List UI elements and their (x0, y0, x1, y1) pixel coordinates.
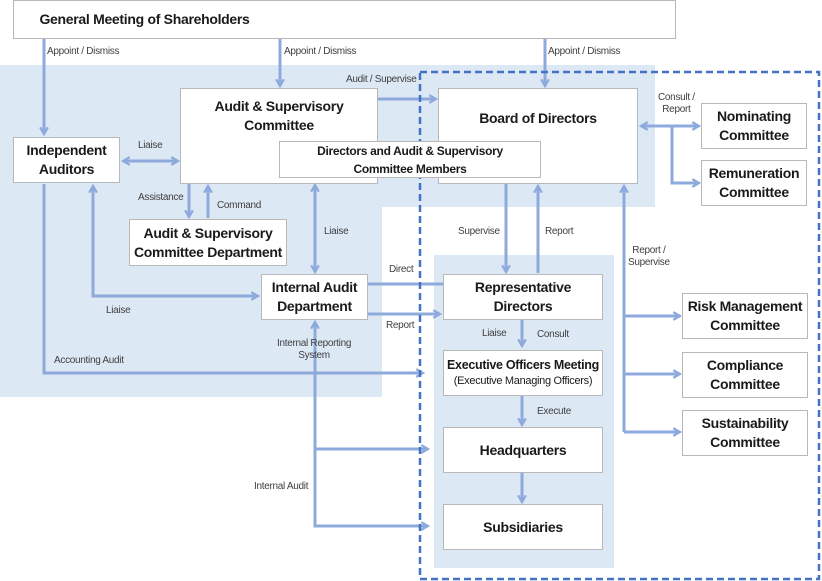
node-board-text: Board of Directors (479, 110, 597, 126)
node-shareholders[interactable]: General Meeting of Shareholders (13, 0, 276, 39)
label-supervise: Supervise (458, 226, 500, 237)
node-headquarters[interactable]: Headquarters (443, 427, 603, 473)
label-appoint-3: Appoint / Dismiss (548, 46, 621, 57)
node-sustainability-line1: Sustainability (701, 415, 789, 431)
node-audit-dept[interactable]: Audit & Supervisory Committee Department (129, 219, 287, 266)
node-directors-members[interactable]: Directors and Audit & Supervisory Commit… (279, 141, 541, 178)
label-accounting-audit: Accounting Audit (54, 355, 124, 366)
label-command: Command (217, 200, 262, 211)
node-audit-dept-line1: Audit & Supervisory (143, 224, 273, 241)
connector-layer (0, 39, 821, 581)
node-independent-auditors-line2: Auditors (38, 161, 95, 177)
node-nominating[interactable]: Nominating Committee (701, 103, 807, 149)
node-shareholders-ext (275, 0, 676, 39)
node-exec-meeting-line1: Executive Officers Meeting (447, 358, 599, 372)
node-internal-audit-line2: Department (277, 298, 352, 314)
label-report-iad: Report (386, 320, 415, 331)
label-internal-reporting: Internal Reporting System (277, 338, 351, 362)
node-directors-members-line2: Committee Members (353, 161, 467, 176)
label-liaise-bottom: Liaise (106, 305, 131, 316)
node-audit-committee-line2: Committee (244, 117, 314, 133)
label-liaise-rd: Liaise (482, 328, 507, 339)
node-risk-line1: Risk Management (687, 298, 803, 314)
node-independent-auditors-line1: Independent (26, 142, 107, 158)
connector-board-remuneration (670, 126, 699, 183)
label-report-rd: Report (545, 226, 574, 237)
node-remuneration-line1: Remuneration (708, 165, 800, 181)
label-liaise-committee-iad: Liaise (324, 226, 349, 237)
node-remuneration-line2: Committee (719, 184, 789, 200)
node-audit-committee-line1: Audit & Supervisory (214, 98, 344, 114)
node-rep-directors[interactable]: Representative Directors (443, 274, 603, 320)
node-risk-line2: Committee (710, 317, 780, 333)
node-rep-directors-line1: Representative (474, 279, 572, 295)
label-internal-reporting-1: Internal Reporting (277, 338, 352, 349)
label-execute: Execute (537, 406, 572, 417)
label-audit-supervise: Audit / Supervise (346, 74, 417, 85)
label-report-supervise: Report / Supervise (628, 245, 670, 269)
label-internal-reporting-2: System (298, 350, 330, 361)
label-consult-rd: Consult (537, 329, 569, 340)
label-report-supervise-2: Supervise (628, 257, 670, 268)
label-report-supervise-1: Report / (632, 245, 666, 256)
label-appoint-2: Appoint / Dismiss (284, 46, 357, 57)
node-compliance-line2: Committee (710, 376, 780, 392)
label-internal-audit: Internal Audit (254, 481, 309, 492)
label-consult-report-2: Report (662, 104, 691, 115)
node-internal-audit[interactable]: Internal Audit Department (261, 274, 368, 320)
node-shareholders-text: General Meeting of Shareholders (39, 11, 250, 27)
node-sustainability-line2: Committee (710, 434, 780, 450)
node-sustainability[interactable]: Sustainability Committee (682, 410, 808, 456)
label-consult-report-1: Consult / (658, 92, 695, 103)
label-liaise-auditors-committee: Liaise (138, 140, 163, 151)
node-compliance[interactable]: Compliance Committee (682, 352, 808, 398)
node-internal-audit-line1: Internal Audit (271, 279, 358, 295)
node-risk[interactable]: Risk Management Committee (682, 293, 808, 339)
node-rep-directors-line2: Directors (493, 298, 553, 314)
label-direct: Direct (389, 264, 414, 275)
node-subsidiaries-text: Subsidiaries (483, 518, 563, 535)
node-independent-auditors[interactable]: Independent Auditors (13, 137, 120, 183)
connector-internal-audit-sub (313, 440, 428, 526)
node-subsidiaries[interactable]: Subsidiaries (443, 504, 603, 550)
node-headquarters-text: Headquarters (479, 441, 567, 458)
label-assistance: Assistance (138, 192, 184, 203)
node-audit-dept-line2: Committee Department (133, 243, 283, 260)
node-exec-meeting-line2: (Executive Managing Officers) (453, 375, 593, 387)
label-consult-report: Consult / Report (658, 92, 695, 116)
node-compliance-line1: Compliance (706, 357, 784, 373)
node-remuneration[interactable]: Remuneration Committee (701, 160, 807, 206)
node-nominating-line1: Nominating (717, 108, 791, 124)
node-exec-meeting[interactable]: Executive Officers Meeting (Executive Ma… (443, 350, 603, 396)
label-appoint-1: Appoint / Dismiss (47, 46, 120, 57)
node-nominating-line2: Committee (719, 127, 789, 143)
node-directors-members-line1: Directors and Audit & Supervisory (317, 143, 503, 158)
